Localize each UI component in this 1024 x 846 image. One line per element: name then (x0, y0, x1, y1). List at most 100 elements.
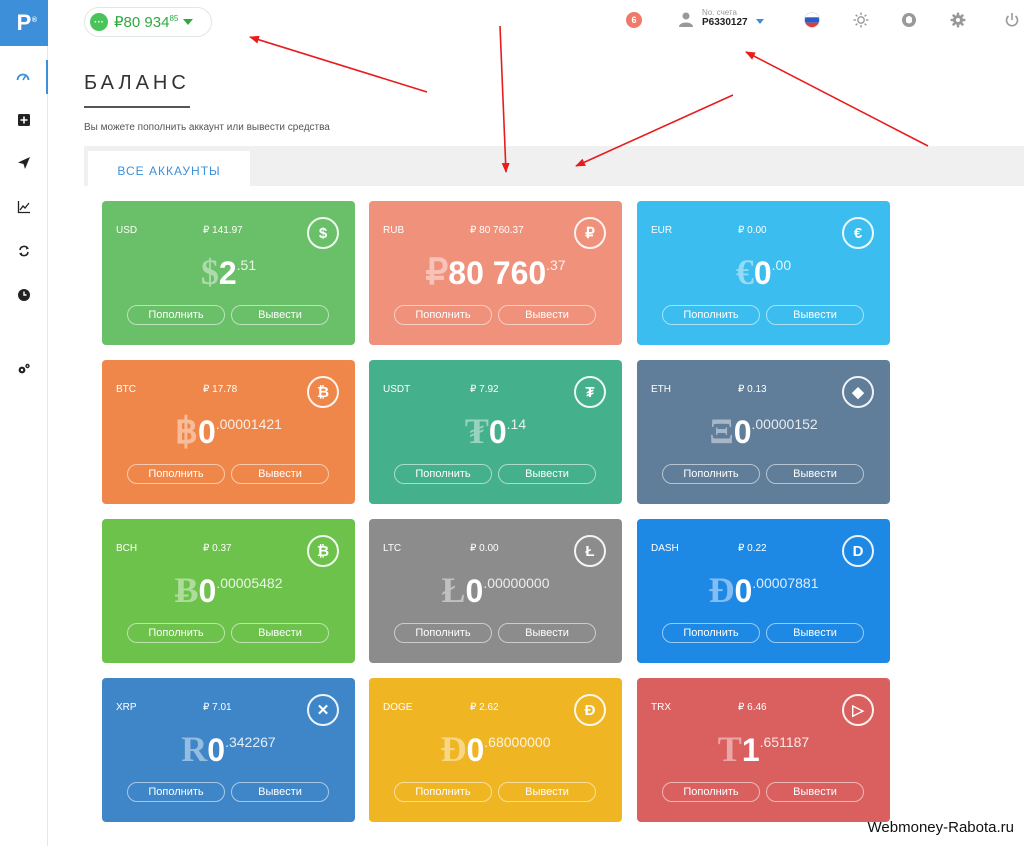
withdraw-button[interactable]: Вывести (498, 623, 596, 643)
plus-square-icon (18, 114, 30, 126)
deposit-button[interactable]: Пополнить (127, 623, 225, 643)
balance-fraction: .00000000 (483, 575, 550, 591)
account-card-ltc: LTC ₽ 0.00 Ł Ł0.00000000 Пополнить Вывести (369, 519, 622, 663)
currency-doge-icon: Đ (574, 694, 606, 726)
power-icon[interactable] (1003, 11, 1021, 29)
currency-eth-icon: ◆ (842, 376, 874, 408)
sidebar: P ® (0, 0, 48, 846)
notifications-badge[interactable]: 6 (626, 12, 642, 28)
account-card-bch: BCH ₽ 0.37 ₿ Ƀ0.00005482 Пополнить Вывести (102, 519, 355, 663)
balance-integer: 0 (197, 414, 216, 450)
deposit-button[interactable]: Пополнить (394, 623, 492, 643)
language-flag-ru-icon[interactable] (803, 11, 821, 29)
account-card-eth: ETH ₽ 0.13 ◆ Ξ0.00000152 Пополнить Вывести (637, 360, 890, 504)
withdraw-button[interactable]: Вывести (498, 464, 596, 484)
rub-equivalent: ₽ 0.13 (738, 384, 767, 395)
nav-settings[interactable] (0, 352, 48, 386)
currency-code: BTC (116, 384, 136, 395)
withdraw-button[interactable]: Вывести (766, 782, 864, 802)
line-chart-icon (17, 201, 30, 214)
currency-ltc-icon: Ł (574, 535, 606, 567)
balance-integer: 0 (207, 732, 226, 768)
balance-integer: 2 (218, 255, 237, 291)
rub-equivalent: ₽ 80 760.37 (470, 225, 524, 236)
account-card-trx: TRX ₽ 6.46 ▷ T1.651187 Пополнить Вывести (637, 678, 890, 822)
currency-code: USD (116, 225, 138, 236)
tab-all-accounts[interactable]: ВСЕ АККАУНТЫ (88, 151, 250, 191)
currency-usdt-icon: ₮ (574, 376, 606, 408)
withdraw-button[interactable]: Вывести (231, 305, 329, 325)
account-label: No. счета (702, 8, 737, 17)
balance-integer: 0 (734, 573, 753, 609)
currency-symbol: Ξ (709, 411, 734, 451)
rub-equivalent: ₽ 17.78 (203, 384, 238, 395)
dashboard-gauge-icon (16, 73, 30, 81)
nav-add[interactable] (0, 103, 48, 137)
account-selector[interactable]: No. счета P6330127 (678, 9, 764, 28)
currency-symbol: ₽ (425, 252, 449, 292)
balance-fraction: .00 (771, 257, 792, 273)
nav-history[interactable] (0, 278, 48, 312)
gear-icon[interactable] (949, 11, 967, 29)
deposit-button[interactable]: Пополнить (127, 305, 225, 325)
logo-letter: P (16, 10, 32, 35)
account-card-xrp: XRP ₽ 7.01 ✕ R0.342267 Пополнить Вывести (102, 678, 355, 822)
withdraw-button[interactable]: Вывести (766, 305, 864, 325)
balance-integer: 0 (466, 732, 485, 768)
paper-plane-icon (18, 157, 30, 169)
account-balance: Đ0.00007881 (637, 569, 890, 611)
balance-integer: 1 (741, 732, 760, 768)
deposit-button[interactable]: Пополнить (394, 782, 492, 802)
balance-fraction: .00005482 (216, 575, 283, 591)
brightness-sun-icon[interactable] (852, 11, 870, 29)
chevron-down-icon (755, 19, 764, 24)
deposit-button[interactable]: Пополнить (127, 464, 225, 484)
currency-symbol: ₮ (464, 411, 489, 451)
withdraw-button[interactable]: Вывести (231, 782, 329, 802)
withdraw-button[interactable]: Вывести (498, 782, 596, 802)
support-icon[interactable] (900, 11, 918, 29)
total-balance: ₽80 93485 (114, 14, 179, 31)
currency-code: XRP (116, 702, 137, 713)
wallet-dots-icon: ··· (90, 13, 108, 31)
withdraw-button[interactable]: Вывести (498, 305, 596, 325)
nav-dashboard[interactable] (0, 60, 48, 94)
currency-symbol: ฿ (175, 411, 198, 451)
page-title: БАЛАНС (84, 72, 190, 94)
withdraw-button[interactable]: Вывести (231, 623, 329, 643)
deposit-button[interactable]: Пополнить (662, 623, 760, 643)
deposit-button[interactable]: Пополнить (662, 782, 760, 802)
rub-equivalent: ₽ 0.00 (470, 543, 499, 554)
nav-stats[interactable] (0, 190, 48, 224)
withdraw-button[interactable]: Вывести (231, 464, 329, 484)
balance-fraction: .14 (506, 416, 527, 432)
nav-exchange[interactable] (0, 234, 48, 268)
rub-equivalent: ₽ 0.00 (738, 225, 767, 236)
deposit-button[interactable]: Пополнить (394, 464, 492, 484)
currency-symbol: Đ (708, 570, 735, 610)
account-card-dash: DASH ₽ 0.22 D Đ0.00007881 Пополнить Вывести (637, 519, 890, 663)
total-balance-dropdown[interactable]: ··· ₽80 93485 (84, 7, 212, 37)
currency-eur-icon: € (842, 217, 874, 249)
currency-rub-icon: ₽ (574, 217, 606, 249)
currency-code: USDT (383, 384, 411, 395)
account-balance: $2.51 (102, 251, 355, 293)
account-card-usd: USD ₽ 141.97 $ $2.51 Пополнить Вывести (102, 201, 355, 345)
balance-integer: 0 (465, 573, 484, 609)
withdraw-button[interactable]: Вывести (766, 464, 864, 484)
deposit-button[interactable]: Пополнить (127, 782, 225, 802)
balance-fraction: .51 (236, 257, 257, 273)
nav-send[interactable] (0, 146, 48, 180)
withdraw-button[interactable]: Вывести (766, 623, 864, 643)
currency-code: LTC (383, 543, 402, 554)
currency-trx-icon: ▷ (842, 694, 874, 726)
logo[interactable]: P ® (0, 0, 48, 46)
balance-fraction: .00000152 (751, 416, 818, 432)
currency-code: ETH (651, 384, 671, 395)
deposit-button[interactable]: Пополнить (394, 305, 492, 325)
currency-dash-icon: D (842, 535, 874, 567)
deposit-button[interactable]: Пополнить (662, 305, 760, 325)
deposit-button[interactable]: Пополнить (662, 464, 760, 484)
account-number: P6330127 (702, 17, 748, 28)
rub-equivalent: ₽ 7.01 (203, 702, 232, 713)
